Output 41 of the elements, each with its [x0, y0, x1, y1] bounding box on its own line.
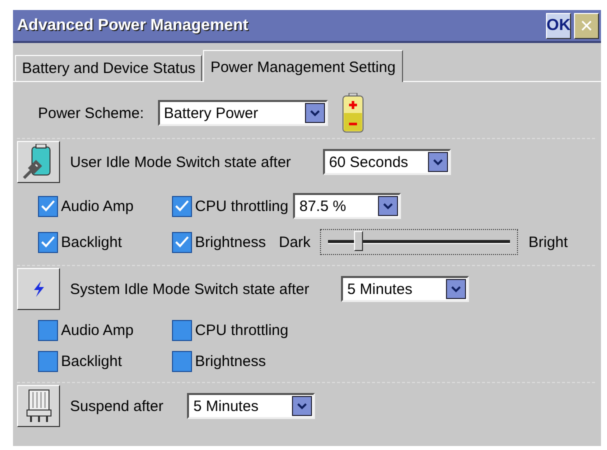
field-label: Power Scheme:: [38, 104, 144, 122]
checkbox-label: Backlight: [61, 353, 122, 370]
checkbox[interactable]: [172, 196, 192, 216]
dropdown[interactable]: 87.5 %: [293, 193, 402, 219]
checkbox[interactable]: [38, 196, 58, 216]
checkbox-label: Audio Amp: [61, 322, 134, 339]
checkbox-label: CPU throttling: [195, 322, 288, 339]
icon-button[interactable]: [17, 141, 60, 183]
slider-label: Bright: [528, 234, 568, 250]
checkbox[interactable]: [172, 351, 192, 372]
checkmark-icon: [40, 199, 56, 213]
dropdown[interactable]: 5 Minutes: [341, 276, 470, 302]
checkbox-label: Backlight: [61, 234, 122, 250]
checkbox-label: Audio Amp: [61, 198, 134, 214]
setting-label: System Idle Mode Switch state after: [70, 280, 310, 298]
dropdown[interactable]: 5 Minutes: [187, 393, 316, 419]
checkbox[interactable]: [38, 320, 58, 341]
setting-label: User Idle Mode Switch state after: [70, 154, 291, 170]
checkbox[interactable]: [172, 232, 192, 252]
dropdown[interactable]: Battery Power: [158, 100, 328, 126]
checkbox[interactable]: [38, 232, 58, 252]
tab[interactable]: Battery and Device Status: [15, 55, 202, 81]
slider-label: Dark: [278, 234, 311, 250]
brightness-slider[interactable]: [320, 229, 518, 255]
checkmark-icon: [174, 199, 190, 213]
dropdown[interactable]: 60 Seconds: [322, 149, 451, 175]
slider-thumb[interactable]: [354, 231, 364, 251]
window-title: Advanced Power Management: [17, 16, 250, 34]
icon-button[interactable]: [17, 385, 60, 427]
checkbox-label: Brightness: [195, 234, 266, 250]
checkbox-label: CPU throttling: [195, 198, 288, 214]
checkmark-icon: [174, 235, 190, 249]
tab[interactable]: Power Management Setting: [203, 50, 403, 82]
checkmark-icon: [40, 235, 56, 249]
battery-icon: [342, 93, 364, 133]
connector-icon: [24, 388, 54, 424]
checkbox-label: Brightness: [195, 353, 266, 370]
icon-button[interactable]: [17, 268, 60, 310]
checkbox[interactable]: [38, 351, 58, 372]
setting-label: Suspend after: [70, 398, 164, 414]
checkbox[interactable]: [172, 320, 192, 341]
